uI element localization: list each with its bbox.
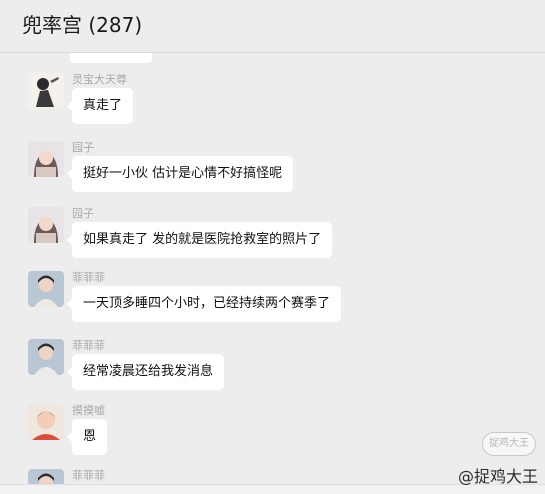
avatar[interactable]	[28, 339, 64, 375]
watermark-handle: @捉鸡大王	[458, 467, 539, 486]
message-bubble[interactable]: 一天顶多睡四个小时，已经持续两个赛季了	[66, 286, 342, 322]
avatar-ink-figure-icon	[28, 73, 64, 109]
group-title: 兜率宫 (287)	[22, 13, 143, 37]
avatar[interactable]	[28, 404, 64, 440]
chat-header: 兜率宫 (287)	[0, 0, 545, 53]
message-bubble[interactable]: 如果真走了 发的就是医院抢救室的照片了	[66, 222, 333, 258]
avatar[interactable]	[28, 207, 64, 243]
avatar-selfie-icon	[28, 271, 64, 307]
avatar[interactable]	[28, 73, 64, 109]
message-bubble[interactable]: 经常凌晨还给我发消息	[66, 354, 225, 390]
sender-name: 园子	[72, 141, 94, 154]
avatar-girl-icon	[28, 141, 64, 177]
previous-message-bubble	[70, 53, 152, 63]
sender-name: 菲菲菲	[72, 469, 105, 482]
avatar-child-icon	[28, 404, 64, 440]
avatar[interactable]	[28, 141, 64, 177]
avatar-girl-icon	[28, 207, 64, 243]
message-bubble[interactable]: 真走了	[66, 88, 134, 124]
watermark-badge: 捉鸡大王	[482, 432, 536, 456]
sender-name: 园子	[72, 207, 94, 220]
sender-name: 灵宝大天尊	[72, 73, 127, 86]
chat-area[interactable]: 灵宝大天尊 真走了 园子 挺好一小伙 估计是心情不好搞怪呢 园子 如果真走了 发	[0, 53, 545, 493]
sender-name: 摸摸嘘	[72, 404, 105, 417]
sender-name: 菲菲菲	[72, 271, 105, 284]
message-bubble[interactable]: 恩	[66, 419, 108, 455]
avatar[interactable]	[28, 271, 64, 307]
avatar-selfie-icon	[28, 339, 64, 375]
sender-name: 菲菲菲	[72, 339, 105, 352]
message-bubble[interactable]: 挺好一小伙 估计是心情不好搞怪呢	[66, 156, 294, 192]
